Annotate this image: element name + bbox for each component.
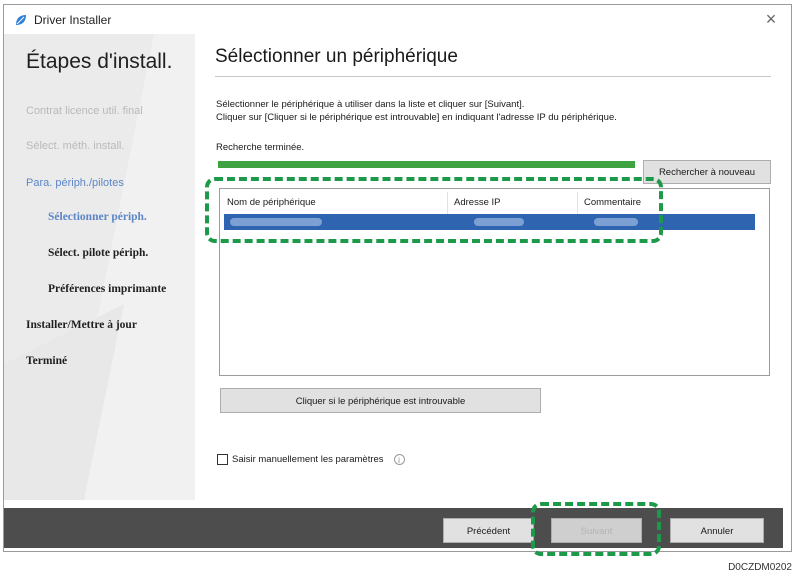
instruction-line-2: Cliquer sur [Cliquer si le périphérique …	[216, 112, 617, 123]
previous-button[interactable]: Précédent	[443, 518, 534, 543]
manual-settings-checkbox[interactable]	[217, 454, 228, 465]
info-icon[interactable]: i	[393, 454, 405, 465]
cancel-button[interactable]: Annuler	[670, 518, 764, 543]
manual-settings-label[interactable]: Saisir manuellement les paramètres	[232, 454, 384, 465]
research-again-button[interactable]: Rechercher à nouveau	[643, 160, 771, 184]
step-device-driver-settings: Para. périph./pilotes	[26, 177, 124, 189]
step-eula: Contrat licence util. final	[26, 105, 143, 117]
close-icon[interactable]: ×	[761, 9, 781, 29]
device-not-found-button[interactable]: Cliquer si le périphérique est introuvab…	[220, 388, 541, 413]
highlight-next-button	[531, 502, 661, 556]
step-finished: Terminé	[26, 355, 68, 367]
footer-bar	[4, 508, 783, 548]
search-progress-bar	[218, 161, 635, 168]
step-select-device: Sélectionner périph.	[48, 211, 147, 223]
highlight-device-list	[205, 177, 663, 243]
page-title: Sélectionner un périphérique	[215, 46, 458, 67]
step-select-driver: Sélect. pilote périph.	[48, 247, 149, 259]
instruction-line-1: Sélectionner le périphérique à utiliser …	[216, 99, 525, 110]
step-printer-preferences: Préférences imprimante	[48, 283, 167, 295]
step-install-update: Installer/Mettre à jour	[26, 319, 137, 331]
window-title: Driver Installer	[34, 13, 112, 27]
step-install-method: Sélect. méth. install.	[26, 140, 125, 152]
title-divider	[215, 76, 771, 77]
sidebar-decoration	[4, 34, 154, 500]
app-leaf-icon	[16, 15, 26, 25]
search-status: Recherche terminée.	[216, 142, 305, 153]
image-code: D0CZDM0202	[728, 562, 792, 573]
manual-settings-option[interactable]: Saisir manuellement les paramètres i	[217, 454, 405, 465]
sidebar-title: Étapes d'install.	[26, 50, 173, 73]
steps-sidebar: Étapes d'install. Contrat licence util. …	[4, 34, 195, 500]
title-bar: Driver Installer ×	[4, 5, 791, 35]
search-progress-fill	[218, 161, 635, 168]
